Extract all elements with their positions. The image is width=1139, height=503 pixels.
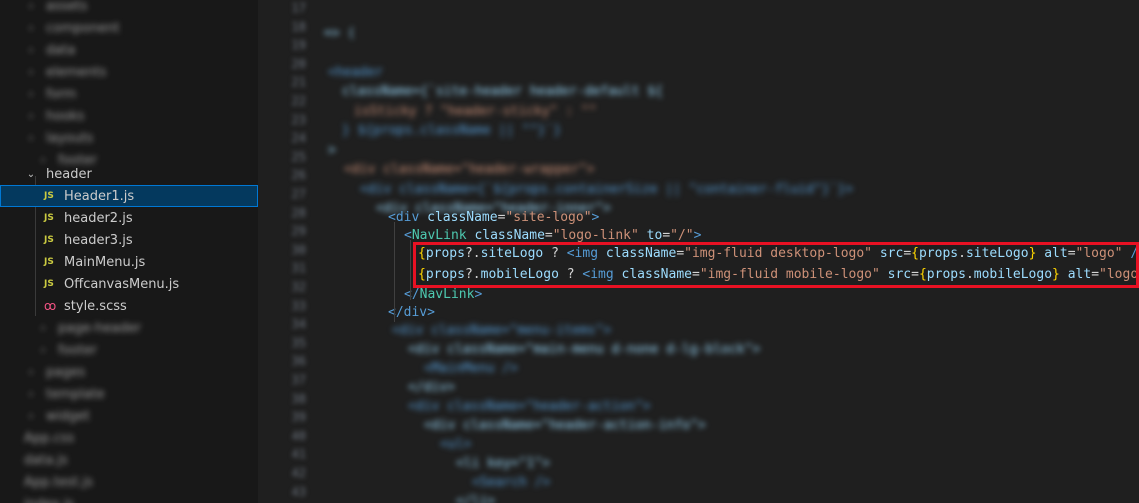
chevron-right-icon: ›	[41, 344, 45, 356]
tree-item-label: template	[46, 386, 105, 402]
chevron-right-icon: ›	[29, 132, 33, 144]
tree-file-style-scss[interactable]: ꝏ style.scss	[0, 295, 258, 317]
tree-folder[interactable]: › hooks	[0, 105, 258, 127]
chevron-right-icon: ›	[29, 66, 33, 78]
tree-item-label: page-header	[58, 320, 141, 336]
tree-item-label: App.css	[24, 430, 75, 446]
tree-file-header2-js[interactable]: JS header2.js	[0, 207, 258, 229]
tree-item-label: layouts	[46, 130, 94, 146]
chevron-right-icon: ›	[29, 388, 33, 400]
chevron-right-icon: ›	[29, 0, 33, 12]
tree-item-label: MainMenu.js	[64, 254, 146, 270]
highlight-annotation-box	[413, 242, 1139, 288]
tree-item-label: header3.js	[64, 232, 133, 248]
tree-item-label: pages	[46, 364, 86, 380]
chevron-down-icon: ⌄	[26, 168, 36, 180]
line-number: 43	[291, 484, 306, 499]
tree-item-label: OffcanvasMenu.js	[64, 276, 180, 292]
chevron-right-icon: ›	[41, 322, 45, 334]
tree-item-label: index.js	[24, 497, 74, 503]
javascript-file-icon: JS	[44, 279, 54, 289]
tree-folder[interactable]: › data	[0, 39, 258, 61]
tree-item-label: header	[46, 166, 92, 182]
code-line: </li>	[456, 494, 496, 503]
tree-item[interactable]: App.css	[0, 427, 258, 449]
tree-item-label: footer	[58, 342, 97, 358]
chevron-right-icon: ›	[29, 410, 33, 422]
chevron-right-icon: ›	[29, 366, 33, 378]
chevron-right-icon: ›	[29, 44, 33, 56]
tree-item[interactable]: › footer	[0, 339, 258, 361]
tree-item[interactable]: › template	[0, 383, 258, 405]
indent-guide	[394, 222, 395, 322]
code-line: } ${props.className || ""}`}	[342, 123, 562, 138]
tree-item-label: App.test.js	[24, 474, 94, 490]
tree-folder[interactable]: › layouts	[0, 127, 258, 149]
javascript-file-icon: JS	[44, 191, 54, 201]
tree-item-label: widget	[46, 408, 90, 424]
chevron-right-icon: ›	[29, 22, 33, 34]
tree-file-mainmenu-js[interactable]: JS MainMenu.js	[0, 251, 258, 273]
javascript-file-icon: JS	[44, 213, 54, 223]
tree-item-label: elements	[46, 64, 107, 80]
tree-folder[interactable]: › elements	[0, 61, 258, 83]
tree-item[interactable]: › page-header	[0, 317, 258, 339]
tree-item[interactable]: index.js	[0, 493, 258, 503]
chevron-right-icon: ›	[29, 88, 33, 100]
tree-item-label: form	[46, 86, 77, 102]
tree-item-label: header2.js	[64, 210, 133, 226]
chevron-right-icon: ›	[29, 110, 33, 122]
tree-item-label: data	[46, 42, 76, 58]
javascript-file-icon: JS	[44, 235, 54, 245]
tree-item[interactable]: App.test.js	[0, 471, 258, 493]
tree-item[interactable]: › pages	[0, 361, 258, 383]
tree-item-label: Header1.js	[64, 188, 135, 204]
tree-item-label: assets	[46, 0, 88, 14]
sass-file-icon: ꝏ	[44, 299, 57, 313]
tree-folder[interactable]: › component	[0, 17, 258, 39]
tree-item-label: component	[46, 20, 120, 36]
explorer-sidebar: › assets › component › data › elements › form › hoo…	[0, 0, 258, 503]
tree-file-header3-js[interactable]: JS header3.js	[0, 229, 258, 251]
tree-item[interactable]: › widget	[0, 405, 258, 427]
tree-item-label: hooks	[46, 108, 85, 124]
indent-guide	[410, 240, 411, 300]
tree-item-label: style.scss	[64, 298, 127, 314]
tree-folder-header[interactable]: ⌄ header	[0, 163, 258, 185]
code-line: => (	[324, 25, 356, 41]
tree-item-label: data.js	[24, 452, 68, 468]
javascript-file-icon: JS	[44, 257, 54, 267]
tree-file-offcanvasmenu-js[interactable]: JS OffcanvasMenu.js	[0, 273, 258, 295]
tree-folder[interactable]: › assets	[0, 0, 258, 17]
tree-item[interactable]: data.js	[0, 449, 258, 471]
tree-file-header1-js[interactable]: JS Header1.js	[0, 185, 258, 207]
code-line: >	[328, 142, 336, 158]
tree-folder[interactable]: › form	[0, 83, 258, 105]
